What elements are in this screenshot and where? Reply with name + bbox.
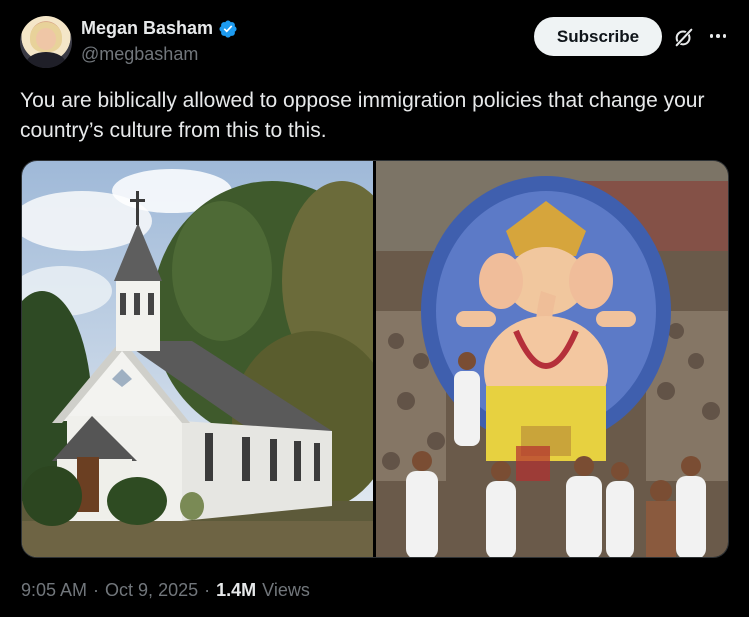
views-count[interactable]: 1.4M: [216, 580, 256, 601]
author-name[interactable]: Megan Basham: [81, 18, 213, 39]
subscribe-button[interactable]: Subscribe: [534, 17, 662, 56]
church-image[interactable]: [22, 161, 373, 557]
grok-icon[interactable]: [673, 26, 695, 48]
separator: ·: [93, 580, 100, 600]
tweet-text: You are biblically allowed to oppose imm…: [20, 89, 705, 142]
author-handle[interactable]: @megbasham: [81, 44, 198, 65]
separator: ·: [204, 580, 211, 600]
author-name-row: Megan Basham: [81, 18, 238, 39]
tweet-time[interactable]: 9:05 AM: [21, 580, 87, 601]
festival-image[interactable]: [375, 161, 728, 557]
tweet-media[interactable]: [21, 160, 729, 558]
tweet-date[interactable]: Oct 9, 2025: [105, 580, 198, 601]
tweet-header: Megan Basham @megbasham Subscribe: [20, 16, 729, 68]
more-dots-icon[interactable]: [707, 25, 729, 47]
tweet-footer: 9:05 AM · Oct 9, 2025 · 1.4M Views: [21, 580, 310, 601]
avatar[interactable]: [20, 16, 72, 68]
verified-badge-icon[interactable]: [218, 19, 238, 39]
views-label[interactable]: Views: [262, 580, 310, 601]
